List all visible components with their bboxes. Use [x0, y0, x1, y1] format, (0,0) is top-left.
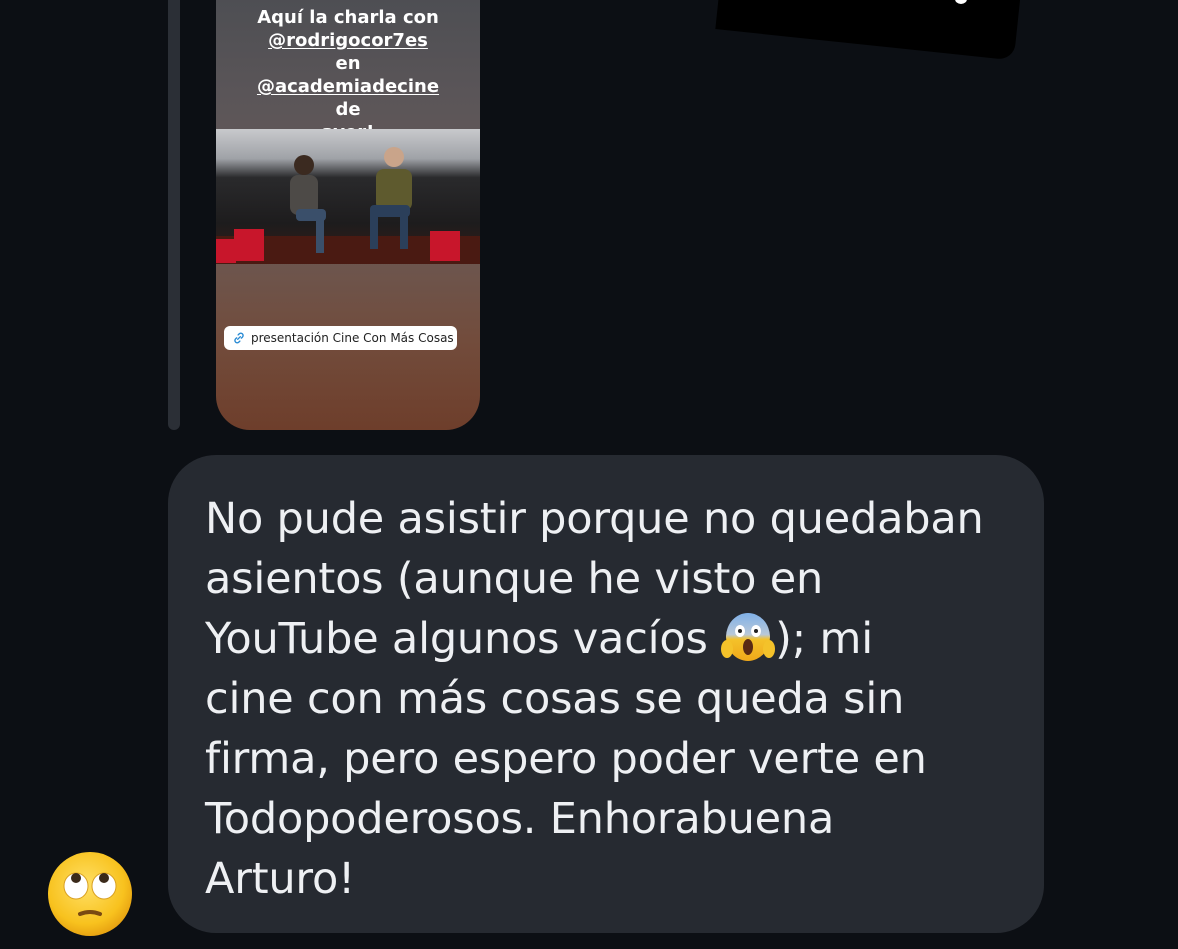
- story-mention-rodrigo[interactable]: @rodrigocor7es: [216, 29, 480, 52]
- speaker-right: [370, 147, 412, 249]
- speaker-left: [290, 155, 326, 253]
- story-caption-line1: Aquí la charla con: [257, 7, 439, 28]
- story-caption-mid: en: [335, 53, 361, 74]
- message-bubble[interactable]: No pude asistir porque no quedaban asien…: [168, 455, 1044, 933]
- story-mention-academia[interactable]: @academiadecine: [216, 75, 480, 98]
- red-cube-left: [234, 229, 264, 261]
- story-photo: [216, 129, 480, 264]
- sticker-fragment: [715, 0, 1025, 61]
- story-link-label: presentación Cine Con Más Cosas: [251, 331, 454, 345]
- message-text: No pude asistir porque no quedaban asien…: [205, 489, 1008, 909]
- red-cube-right: [430, 231, 460, 261]
- red-cube-left-2: [216, 239, 236, 263]
- story-reply-preview[interactable]: Aquí la charla con @rodrigocor7es en @ac…: [216, 0, 480, 430]
- reply-thread-line: [168, 0, 180, 430]
- story-caption: Aquí la charla con @rodrigocor7es en @ac…: [216, 6, 480, 144]
- story-caption-tail: de: [335, 99, 361, 120]
- face-with-rolling-eyes-icon[interactable]: [46, 850, 134, 938]
- link-icon: [234, 332, 244, 344]
- story-link-sticker[interactable]: presentación Cine Con Más Cosas: [224, 326, 457, 350]
- face-screaming-in-fear-icon: [721, 613, 776, 661]
